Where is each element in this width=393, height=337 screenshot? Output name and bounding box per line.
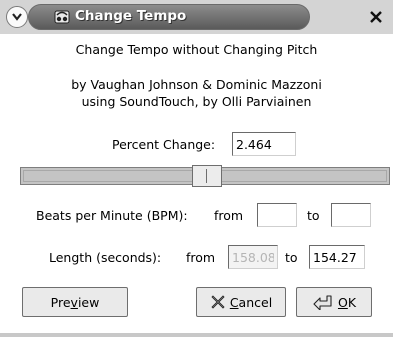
percent-change-label: Percent Change: bbox=[112, 137, 216, 152]
length-to-label: to bbox=[285, 250, 298, 265]
preview-button[interactable]: Preview bbox=[22, 287, 128, 317]
dialog-bottom-edge bbox=[0, 333, 393, 337]
length-label: Length (seconds): bbox=[49, 250, 162, 265]
title-bar: Change Tempo bbox=[0, 0, 393, 35]
dialog-heading: Change Tempo without Changing Pitch bbox=[75, 42, 318, 57]
credits-line-1: by Vaughan Johnson & Dominic Mazzoni bbox=[71, 77, 322, 92]
close-icon[interactable] bbox=[367, 8, 385, 26]
ok-arrow-icon bbox=[313, 295, 332, 310]
ok-label: OK bbox=[337, 294, 357, 310]
preview-label: Preview bbox=[50, 294, 100, 310]
tempo-slider-thumb[interactable] bbox=[192, 165, 222, 187]
cancel-button[interactable]: Cancel bbox=[196, 287, 286, 317]
length-from-label: from bbox=[186, 250, 216, 265]
chevron-down-icon bbox=[12, 13, 22, 21]
credits-line-2: using SoundTouch, by Olli Parviainen bbox=[81, 94, 312, 109]
bpm-label: Beats per Minute (BPM): bbox=[36, 208, 188, 223]
ok-button[interactable]: OK bbox=[296, 287, 372, 317]
dialog-body: Change Tempo without Changing Pitch by V… bbox=[0, 34, 393, 337]
bpm-to-label: to bbox=[307, 208, 320, 223]
bpm-from-input[interactable] bbox=[257, 203, 297, 227]
window-menu-button[interactable] bbox=[6, 6, 28, 28]
audio-app-icon bbox=[54, 10, 70, 24]
title-pill[interactable]: Change Tempo bbox=[28, 4, 310, 30]
length-to-input[interactable] bbox=[309, 245, 365, 269]
percent-change-input[interactable] bbox=[232, 132, 296, 156]
length-from-input bbox=[228, 245, 278, 269]
bpm-to-input[interactable] bbox=[331, 203, 371, 227]
bpm-from-label: from bbox=[214, 208, 244, 223]
cancel-icon bbox=[211, 295, 225, 309]
window-title: Change Tempo bbox=[75, 8, 187, 24]
cancel-label: Cancel bbox=[229, 294, 273, 310]
